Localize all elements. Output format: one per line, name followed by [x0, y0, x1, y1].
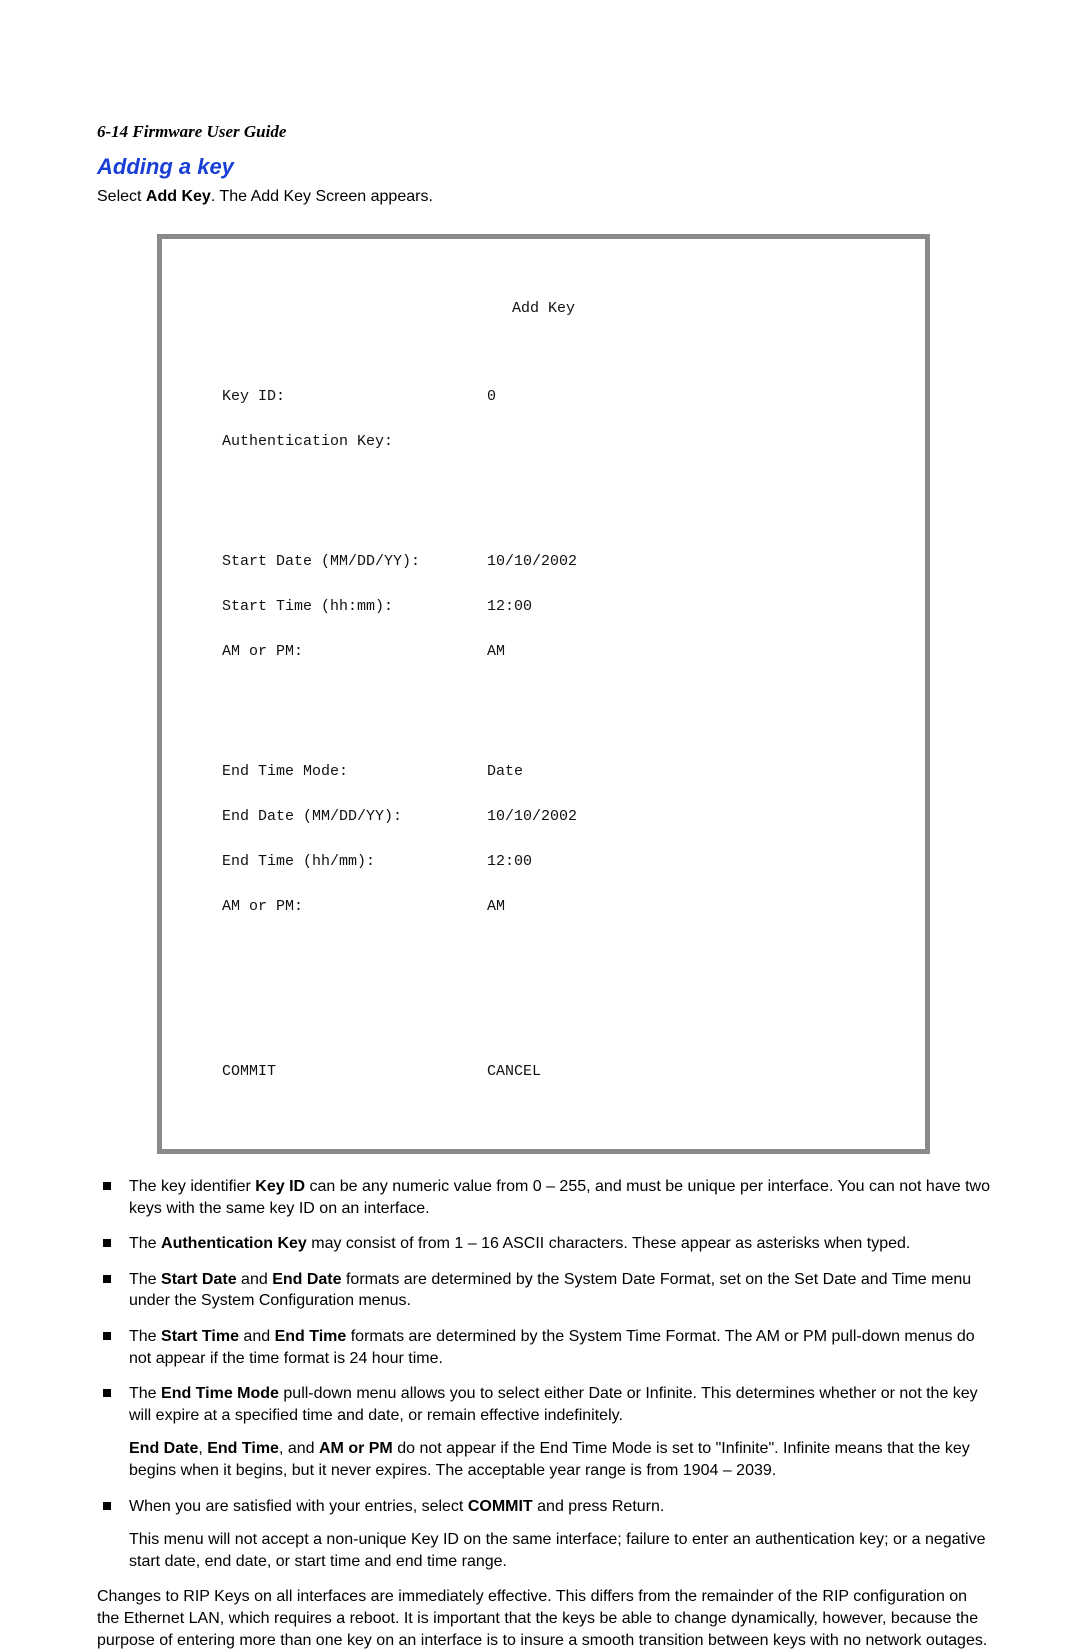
- text: The: [129, 1328, 161, 1345]
- sub-paragraph: End Date, End Time, and AM or PM do not …: [129, 1438, 990, 1481]
- sub-paragraph: This menu will not accept a non-unique K…: [129, 1529, 990, 1572]
- text: The: [129, 1385, 161, 1402]
- field-end-time: End Time (hh/mm):12:00: [222, 854, 865, 869]
- field-value: 10/10/2002: [487, 554, 577, 569]
- bullet-item: The Start Date and End Date formats are …: [97, 1269, 990, 1312]
- bold-text: End Time: [207, 1440, 279, 1457]
- field-value: Date: [487, 764, 523, 779]
- bullet-item: When you are satisfied with your entries…: [97, 1496, 990, 1573]
- text: The: [129, 1271, 161, 1288]
- text: ,: [198, 1440, 207, 1457]
- bullet-item: The End Time Mode pull-down menu allows …: [97, 1383, 990, 1481]
- terminal-screenshot: Add Key Key ID:0 Authentication Key: Sta…: [157, 234, 930, 1154]
- field-end-ampm: AM or PM:AM: [222, 899, 865, 914]
- bold-text: Authentication Key: [161, 1235, 307, 1252]
- field-label: End Time Mode:: [222, 764, 487, 779]
- field-label: AM or PM:: [222, 644, 487, 659]
- text: , and: [279, 1440, 319, 1457]
- field-label: Authentication Key:: [222, 434, 487, 449]
- field-end-date: End Date (MM/DD/YY):10/10/2002: [222, 809, 865, 824]
- bold-text: End Time: [275, 1328, 347, 1345]
- bullet-item: The key identifier Key ID can be any num…: [97, 1176, 990, 1219]
- page-header: 6-14 Firmware User Guide: [97, 122, 990, 142]
- field-value: 10/10/2002: [487, 809, 577, 824]
- field-label: Key ID:: [222, 389, 487, 404]
- bold-text: Start Time: [161, 1328, 239, 1345]
- field-label: End Date (MM/DD/YY):: [222, 809, 487, 824]
- text: and: [237, 1271, 273, 1288]
- terminal-actions: COMMITCANCEL: [222, 1064, 865, 1079]
- bullet-list: The key identifier Key ID can be any num…: [97, 1176, 990, 1572]
- text: When you are satisfied with your entries…: [129, 1498, 468, 1515]
- field-value: 12:00: [487, 599, 532, 614]
- text: The key identifier: [129, 1178, 255, 1195]
- bold-text: End Date: [129, 1440, 198, 1457]
- field-value: 12:00: [487, 854, 532, 869]
- field-key-id: Key ID:0: [222, 389, 865, 404]
- cancel-action: CANCEL: [487, 1064, 541, 1079]
- field-value: 0: [487, 389, 496, 404]
- terminal-title: Add Key: [222, 301, 865, 316]
- field-label: End Time (hh/mm):: [222, 854, 487, 869]
- field-value: AM: [487, 899, 505, 914]
- bullet-item: The Start Time and End Time formats are …: [97, 1326, 990, 1369]
- field-label: AM or PM:: [222, 899, 487, 914]
- bold-text: End Date: [272, 1271, 341, 1288]
- bold-text: End Time Mode: [161, 1385, 279, 1402]
- text: may consist of from 1 – 16 ASCII charact…: [307, 1235, 911, 1252]
- text: and press Return.: [533, 1498, 665, 1515]
- intro-text-pre: Select: [97, 188, 146, 205]
- bullet-item: The Authentication Key may consist of fr…: [97, 1233, 990, 1255]
- field-value: AM: [487, 644, 505, 659]
- bold-text: Start Date: [161, 1271, 237, 1288]
- text: and: [239, 1328, 275, 1345]
- intro-text-post: . The Add Key Screen appears.: [211, 188, 433, 205]
- footer-paragraph: Changes to RIP Keys on all interfaces ar…: [97, 1586, 990, 1651]
- intro-bold: Add Key: [146, 188, 211, 205]
- field-auth-key: Authentication Key:: [222, 434, 865, 449]
- section-title: Adding a key: [97, 154, 990, 180]
- commit-action: COMMIT: [222, 1064, 487, 1079]
- field-start-time: Start Time (hh:mm):12:00: [222, 599, 865, 614]
- field-end-mode: End Time Mode:Date: [222, 764, 865, 779]
- field-start-date: Start Date (MM/DD/YY):10/10/2002: [222, 554, 865, 569]
- field-start-ampm: AM or PM:AM: [222, 644, 865, 659]
- text: The: [129, 1235, 161, 1252]
- document-page: 6-14 Firmware User Guide Adding a key Se…: [0, 0, 1080, 1397]
- bold-text: Key ID: [255, 1178, 305, 1195]
- bold-text: AM or PM: [319, 1440, 393, 1457]
- field-label: Start Date (MM/DD/YY):: [222, 554, 487, 569]
- intro-paragraph: Select Add Key. The Add Key Screen appea…: [97, 188, 990, 206]
- bold-text: COMMIT: [468, 1498, 533, 1515]
- field-label: Start Time (hh:mm):: [222, 599, 487, 614]
